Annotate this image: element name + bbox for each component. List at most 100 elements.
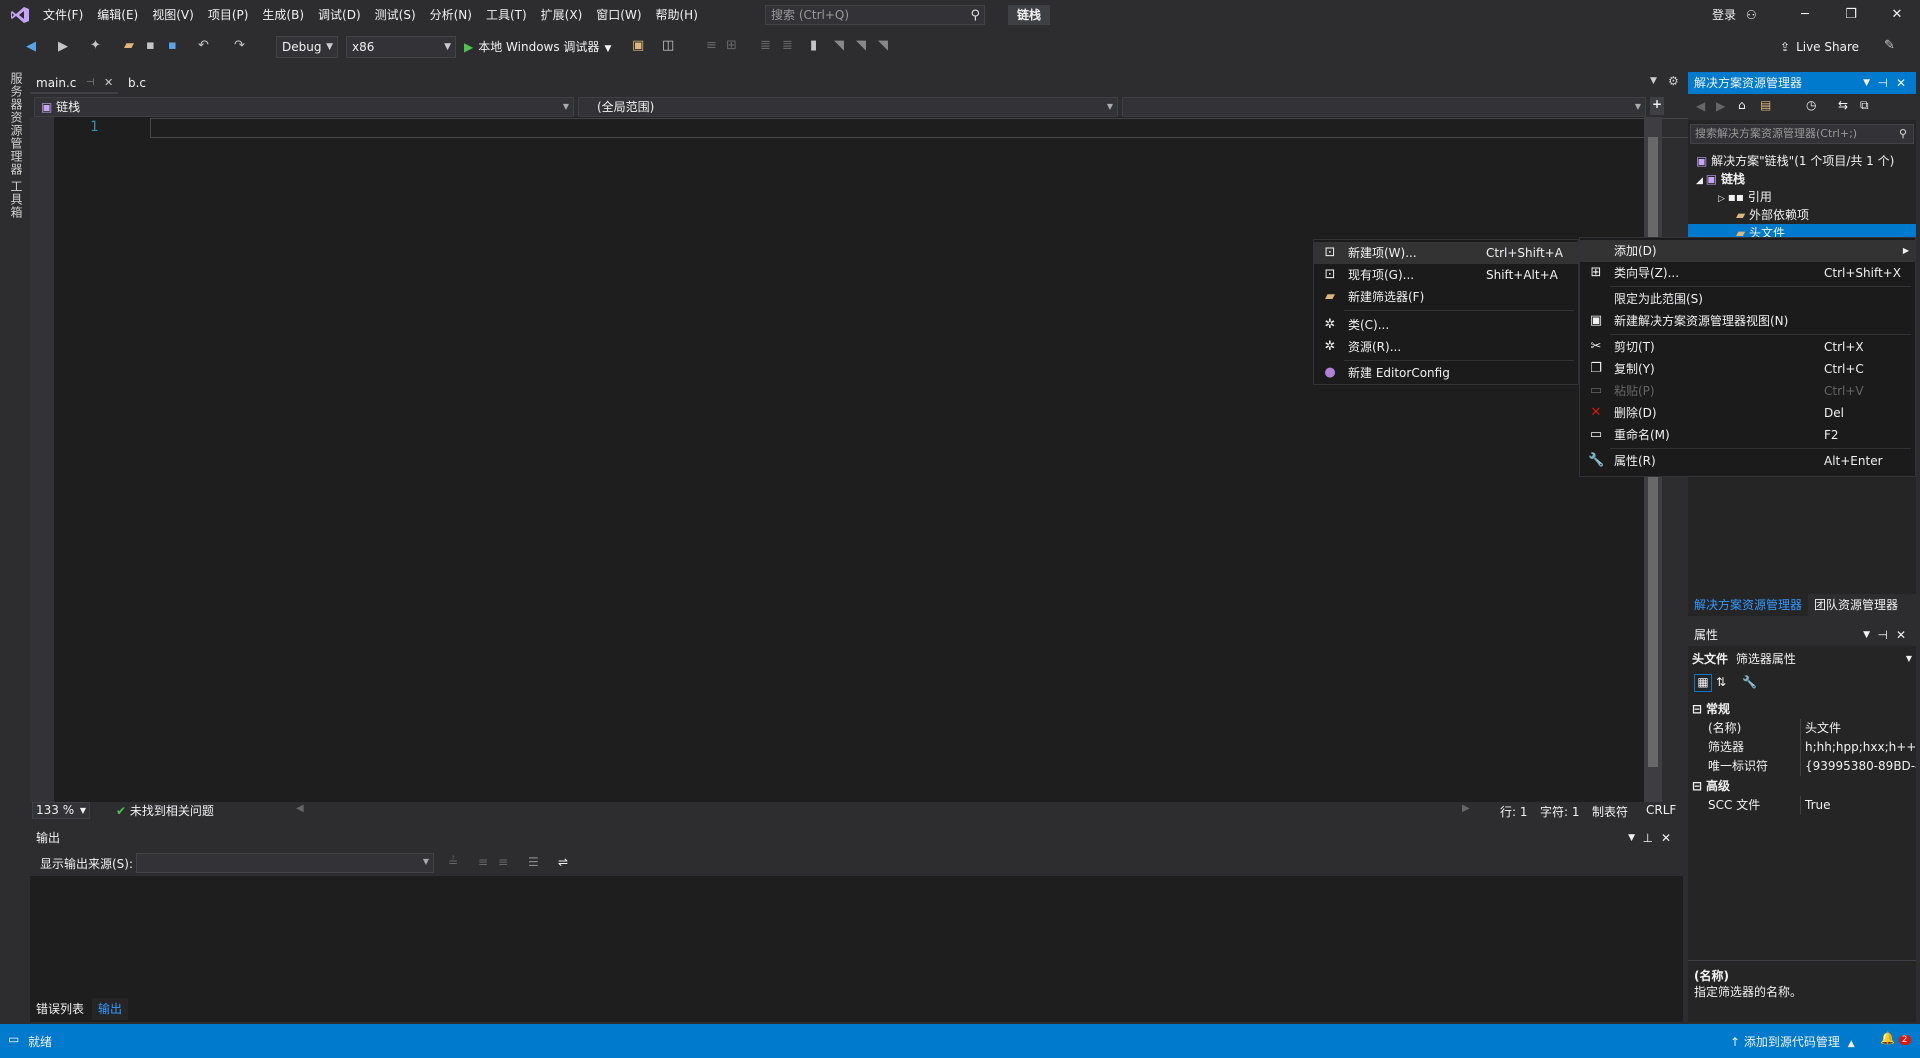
back-icon[interactable]: ◀ [26, 39, 36, 54]
prev-message-icon[interactable]: ≡ [478, 855, 488, 869]
tab-solution-explorer[interactable]: 解决方案资源管理器 [1688, 594, 1809, 616]
property-group-advanced[interactable]: ⊟ 高级 [1688, 777, 1916, 796]
feedback-icon[interactable]: ✎ [1884, 38, 1895, 53]
pin-icon[interactable]: ⊥ [1643, 826, 1653, 850]
property-row[interactable]: SCC 文件 True [1688, 796, 1916, 815]
history-icon[interactable]: ◷ [1806, 98, 1816, 112]
menu-file[interactable]: 文件(F) [36, 0, 90, 30]
settings-gear-icon[interactable]: ⚙ [1668, 74, 1679, 88]
platform-select[interactable]: x86 ▼ [346, 36, 456, 58]
restore-button[interactable]: ❐ [1828, 0, 1874, 30]
tab-b-c[interactable]: b.c [122, 72, 182, 94]
menu-project[interactable]: 项目(P) [201, 0, 256, 30]
issues-indicator[interactable]: ✔ 未找到相关问题 [116, 803, 214, 819]
scroll-right-icon[interactable]: ▶ [1462, 803, 1470, 814]
forward-icon[interactable]: ▶ [1716, 99, 1725, 113]
output-content[interactable] [30, 876, 1683, 1022]
zoom-select[interactable]: 133 % ▼ [32, 802, 90, 819]
source-control-button[interactable]: ↑ 添加到源代码管理 ▲ [1730, 1033, 1855, 1050]
undo-icon[interactable]: ↶ [198, 38, 209, 53]
menu-help[interactable]: 帮助(H) [649, 0, 705, 30]
new-project-icon[interactable]: ✦ [90, 38, 101, 53]
menu-item-rename[interactable]: ▭ 重命名(M) F2 [1580, 424, 1915, 446]
bookmark-icon[interactable]: ▮ [810, 38, 817, 53]
menu-debug[interactable]: 调试(D) [311, 0, 368, 30]
browse-icon[interactable]: ▣ [632, 38, 644, 53]
open-folder-icon[interactable]: ▰ [124, 38, 134, 53]
pin-icon[interactable]: ⊣ [1878, 624, 1888, 646]
next-message-icon[interactable]: ≡ [498, 855, 508, 869]
chevron-down-icon[interactable]: ▼ [1863, 624, 1870, 646]
tab-error-list[interactable]: 错误列表 [30, 998, 90, 1020]
menu-edit[interactable]: 编辑(E) [90, 0, 145, 30]
close-icon[interactable]: ✕ [1661, 826, 1671, 850]
pin-icon[interactable]: ⊣ [86, 72, 95, 94]
next-bookmark-icon[interactable]: ◥ [856, 38, 866, 53]
tree-item-solution[interactable]: ▣ 解决方案"链栈"(1 个项目/共 1 个) [1696, 152, 1894, 170]
tab-team-explorer[interactable]: 团队资源管理器 [1808, 594, 1904, 616]
split-add-icon[interactable]: + [1650, 97, 1664, 115]
scroll-left-icon[interactable]: ◀ [296, 803, 304, 814]
menu-build[interactable]: 生成(B) [255, 0, 311, 30]
clear-bookmark-icon[interactable]: ◥ [878, 38, 888, 53]
property-row[interactable]: 唯一标识符 {93995380-89BD-4B [1688, 757, 1916, 776]
menu-item-properties[interactable]: 🔧 属性(R) Alt+Enter [1580, 450, 1915, 472]
chevron-down-icon[interactable]: ▼ [1863, 72, 1870, 94]
tab-main-c[interactable]: main.c ⊣ ✕ [30, 72, 118, 94]
menu-analyze[interactable]: 分析(N) [423, 0, 479, 30]
collapse-icon[interactable]: ⊟ [1692, 777, 1702, 796]
property-group-general[interactable]: ⊟ 常规 [1688, 700, 1916, 719]
chevron-down-icon[interactable]: ▼ [1628, 826, 1635, 850]
forward-icon[interactable]: ▶ [58, 39, 68, 54]
close-icon[interactable]: ✕ [1896, 72, 1906, 94]
minimize-button[interactable]: ─ [1782, 0, 1828, 30]
notifications-button[interactable]: 🔔 2 [1880, 1031, 1911, 1045]
tabs-indicator[interactable]: 制表符 [1592, 803, 1628, 820]
start-debugging-button[interactable]: ▶ 本地 Windows 调试器 ▼ [464, 36, 611, 58]
tab-list-dropdown-icon[interactable]: ▼ [1650, 76, 1657, 86]
clear-all-icon[interactable]: ☰ [528, 855, 539, 869]
menu-item-class[interactable]: ✲ 类(C)... [1314, 314, 1578, 336]
menu-window[interactable]: 窗口(W) [589, 0, 648, 30]
property-pages-icon[interactable]: 🔧 [1742, 675, 1757, 689]
collapse-all-icon[interactable]: ⧉ [1860, 98, 1869, 113]
solution-search-input[interactable]: 搜索解决方案资源管理器(Ctrl+;) ⚲ [1690, 124, 1914, 144]
configuration-select[interactable]: Debug ▼ [276, 36, 338, 58]
menu-item-resource[interactable]: ✲ 资源(R)... [1314, 336, 1578, 358]
toolbox-tab[interactable]: 工具箱 [8, 180, 25, 219]
word-wrap-icon[interactable]: ⇌ [558, 855, 568, 869]
property-value[interactable]: 头文件 [1800, 719, 1916, 738]
scope-select[interactable]: (全局范围) ▼ [578, 97, 1118, 117]
menu-item-copy[interactable]: ❐ 复制(Y) Ctrl+C [1580, 358, 1915, 380]
property-value[interactable]: {93995380-89BD-4B [1800, 757, 1916, 776]
home-icon[interactable]: ⌂ [1738, 98, 1746, 112]
screenshot-icon[interactable]: ◫ [662, 38, 674, 53]
menu-item-existing-item[interactable]: ⊡ 现有项(G)... Shift+Alt+A [1314, 264, 1578, 286]
close-icon[interactable]: ✕ [104, 72, 113, 94]
pin-icon[interactable]: ⊣ [1878, 72, 1888, 94]
menu-item-new-filter[interactable]: ▰ 新建筛选器(F) [1314, 286, 1578, 308]
menu-view[interactable]: 视图(V) [145, 0, 201, 30]
expand-arrow-icon[interactable]: ◢ [1696, 176, 1706, 186]
tab-output[interactable]: 输出 [92, 998, 129, 1020]
close-icon[interactable]: ✕ [1896, 624, 1906, 646]
save-icon[interactable]: ▪ [146, 38, 155, 53]
project-select[interactable]: ▣ 链栈 ▼ [34, 97, 574, 117]
categorized-icon[interactable]: ▦ [1694, 674, 1712, 692]
property-value[interactable]: h;hh;hpp;hxx;h++;h [1800, 738, 1916, 757]
redo-icon[interactable]: ↷ [234, 38, 245, 53]
member-select[interactable]: ▼ [1122, 97, 1646, 117]
code-editor[interactable]: 1 [30, 117, 1690, 802]
login-button[interactable]: 登录 ⚇ [1712, 0, 1757, 30]
property-row[interactable]: 筛选器 h;hh;hpp;hxx;h++;h [1688, 738, 1916, 757]
tree-item-project[interactable]: ◢ ▣ 链栈 [1696, 170, 1745, 188]
menu-item-cut[interactable]: ✂ 剪切(T) Ctrl+X [1580, 336, 1915, 358]
menu-extensions[interactable]: 扩展(X) [534, 0, 590, 30]
menu-item-new-view[interactable]: ▣ 新建解决方案资源管理器视图(N) [1580, 310, 1915, 332]
live-share-button[interactable]: ⇪ Live Share [1780, 36, 1859, 58]
menu-item-new-item[interactable]: ⊡ 新建项(W)... Ctrl+Shift+A [1314, 242, 1578, 264]
server-explorer-tab[interactable]: 服务器资源管理器 [8, 72, 25, 176]
prev-bookmark-icon[interactable]: ◥ [834, 38, 844, 53]
menu-item-scope-to-this[interactable]: 限定为此范围(S) [1580, 288, 1915, 310]
back-icon[interactable]: ◀ [1696, 99, 1705, 113]
